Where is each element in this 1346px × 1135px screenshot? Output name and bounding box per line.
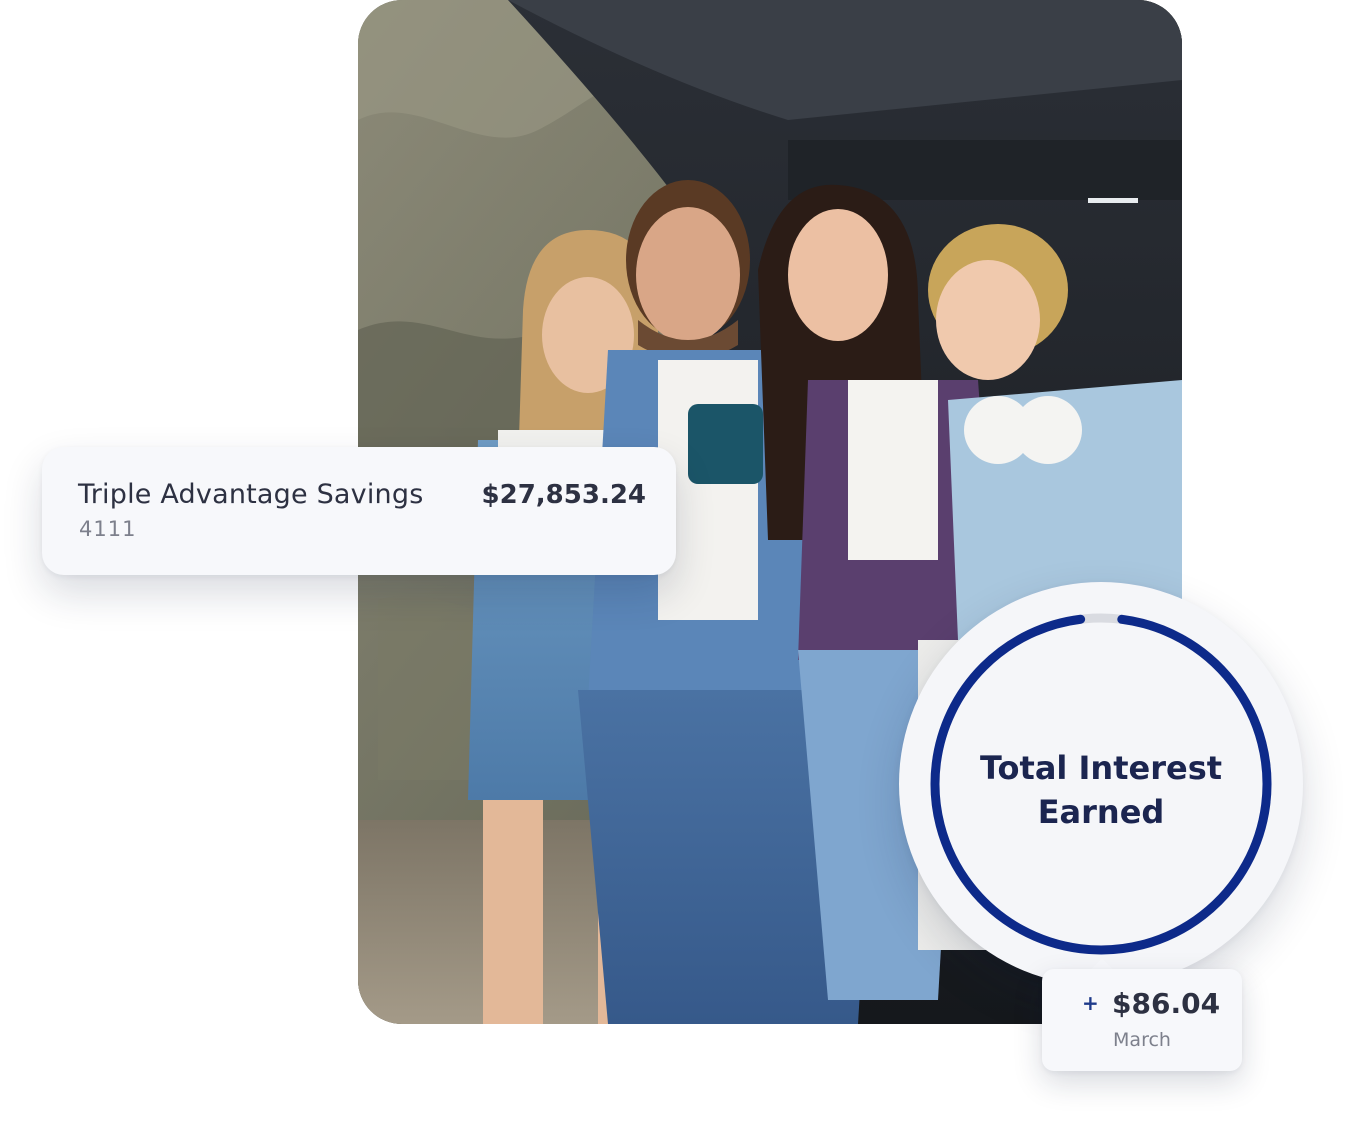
interest-month: March bbox=[1113, 1029, 1171, 1051]
account-name: Triple Advantage Savings bbox=[78, 479, 424, 510]
account-number: 4111 bbox=[79, 517, 137, 541]
interest-progress-widget: Total Interest Earned bbox=[899, 582, 1303, 986]
plus-icon: + bbox=[1082, 991, 1099, 1015]
interest-title-line2: Earned bbox=[1037, 793, 1165, 831]
interest-amount: $86.04 bbox=[1112, 987, 1221, 1020]
account-card[interactable]: Triple Advantage Savings 4111 $27,853.24 bbox=[42, 447, 676, 575]
interest-title-line1: Total Interest bbox=[979, 749, 1223, 787]
account-balance: $27,853.24 bbox=[481, 480, 646, 510]
interest-amount-card: + $86.04 March bbox=[1042, 969, 1242, 1071]
hero-graphic: Triple Advantage Savings 4111 $27,853.24… bbox=[0, 0, 1346, 1135]
interest-title: Total Interest Earned bbox=[951, 746, 1251, 834]
